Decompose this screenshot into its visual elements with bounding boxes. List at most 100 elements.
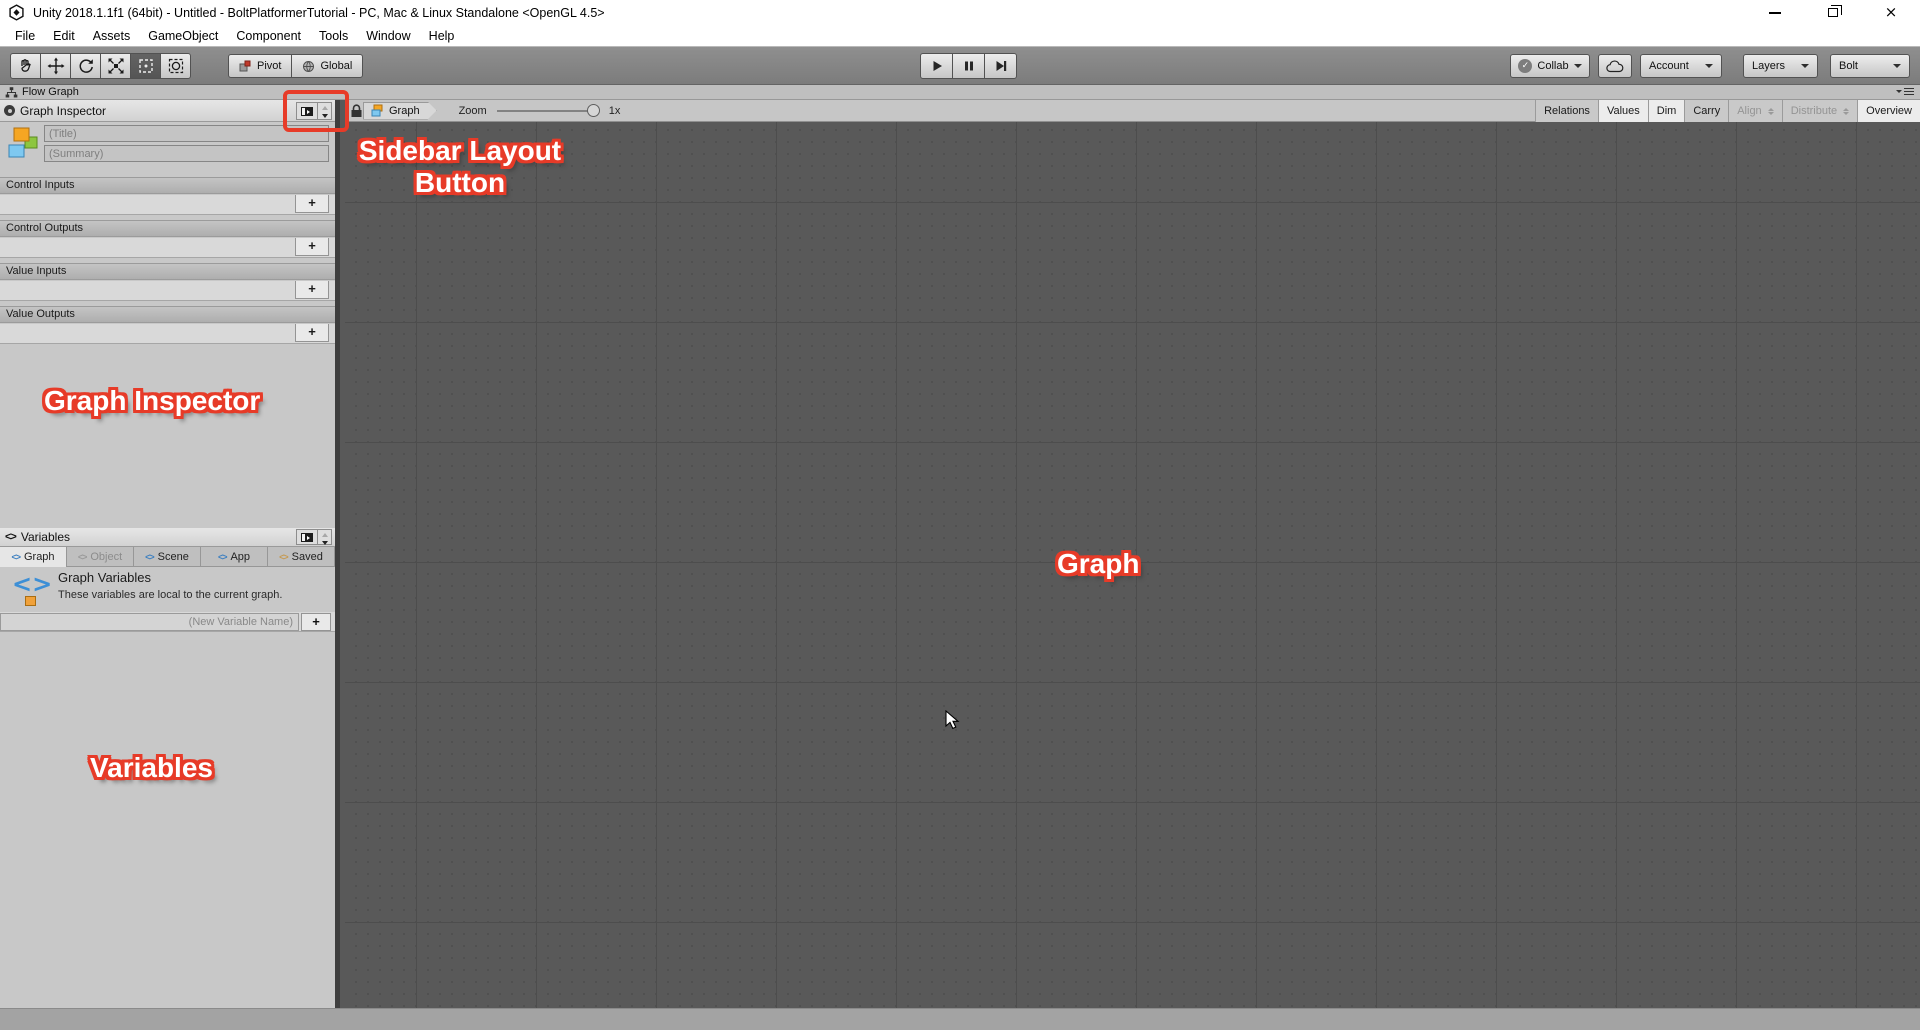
step-button[interactable] <box>984 53 1017 79</box>
cloud-button[interactable] <box>1598 54 1632 78</box>
variables-reorder-spinner[interactable] <box>318 529 332 545</box>
restore-button[interactable] <box>1804 0 1862 25</box>
flow-machine-icon <box>8 127 38 158</box>
global-toggle-button[interactable]: Global <box>291 54 364 78</box>
add-value-input-button[interactable]: + <box>295 281 329 299</box>
value-inputs-row: + <box>0 281 335 301</box>
zoom-value: 1x <box>608 104 621 117</box>
bolt-label: Bolt <box>1839 60 1858 72</box>
menu-help[interactable]: Help <box>420 25 464 46</box>
variables-title: Variables <box>20 530 70 544</box>
tab-object-label: Object <box>90 550 123 563</box>
variables-tab-object[interactable]: <> Object <box>67 547 134 567</box>
graph-breadcrumb[interactable]: Graph <box>363 102 437 120</box>
cloud-icon <box>1606 59 1624 72</box>
variables-tab-app[interactable]: <> App <box>201 547 268 567</box>
control-outputs-row: + <box>0 238 335 258</box>
dropdown-triangle-icon <box>1896 90 1902 96</box>
restore-icon <box>1828 5 1842 17</box>
unity-logo-icon <box>9 4 24 21</box>
hamburger-icon <box>1904 87 1914 96</box>
new-variable-name-input[interactable] <box>0 613 299 631</box>
add-control-output-button[interactable]: + <box>295 238 329 256</box>
status-bar <box>0 1008 1920 1030</box>
graph-summary-input[interactable] <box>44 145 329 162</box>
scale-icon <box>108 58 123 74</box>
close-button[interactable]: × <box>1862 0 1920 25</box>
hand-icon <box>20 59 31 72</box>
add-value-output-button[interactable]: + <box>295 324 329 342</box>
hand-tool-button[interactable] <box>10 53 41 79</box>
menu-assets[interactable]: Assets <box>84 25 140 46</box>
new-variable-row: + <box>0 612 335 632</box>
tab-flow-graph[interactable]: Flow Graph <box>0 85 89 99</box>
pause-button[interactable] <box>952 53 985 79</box>
rotate-tool-button[interactable] <box>70 53 101 79</box>
dim-toggle[interactable]: Dim <box>1647 100 1685 122</box>
layers-label: Layers <box>1752 60 1786 72</box>
collab-dropdown[interactable]: ✓ Collab <box>1510 54 1590 78</box>
move-tool-button[interactable] <box>40 53 71 79</box>
variables-move-up-button[interactable] <box>318 530 331 539</box>
graph-variables-icon: <> <box>11 552 20 562</box>
control-inputs-row: + <box>0 195 335 215</box>
align-dropdown[interactable]: Align <box>1728 100 1782 122</box>
menu-window[interactable]: Window <box>357 25 419 46</box>
graph-cube-icon <box>371 104 384 117</box>
graph-toolbar: Graph Zoom 1x Relations Values Dim Carry… <box>345 100 1920 122</box>
window-title: Unity 2018.1.1f1 (64bit) - Untitled - Bo… <box>33 5 605 20</box>
variables-tab-graph[interactable]: <> Graph <box>0 547 67 567</box>
menu-edit[interactable]: Edit <box>44 25 84 46</box>
section-control-outputs: Control Outputs <box>0 220 335 237</box>
play-icon <box>933 61 942 71</box>
tab-app-label: App <box>230 550 251 563</box>
section-value-outputs: Value Outputs <box>0 306 335 323</box>
flow-graph-icon <box>5 86 18 97</box>
tab-graph-label: Graph <box>23 551 55 563</box>
pivot-toggle-button[interactable]: Pivot <box>228 54 293 78</box>
playback-controls <box>920 53 1017 79</box>
lock-icon[interactable] <box>350 104 363 118</box>
menu-file[interactable]: File <box>6 25 44 46</box>
bolt-layout-dropdown[interactable]: Bolt <box>1830 54 1910 78</box>
menu-gameobject[interactable]: GameObject <box>139 25 227 46</box>
section-control-inputs: Control Inputs <box>0 177 335 194</box>
inspector-icon <box>4 105 15 116</box>
collab-label: Collab <box>1537 60 1569 72</box>
overview-button[interactable]: Overview <box>1857 100 1920 122</box>
pivot-global-group: Pivot Global <box>228 54 364 78</box>
panel-menu-button[interactable] <box>1896 87 1914 96</box>
account-dropdown[interactable]: Account <box>1640 54 1722 78</box>
zoom-slider-handle[interactable] <box>586 103 600 117</box>
value-outputs-row: + <box>0 324 335 344</box>
transform-icon <box>168 58 183 74</box>
distribute-dropdown[interactable]: Distribute <box>1781 100 1858 122</box>
graph-variables-description: These variables are local to the current… <box>58 589 283 601</box>
variables-layout-button[interactable] <box>296 529 318 545</box>
carry-toggle[interactable]: Carry <box>1684 100 1729 122</box>
pause-icon <box>964 61 973 71</box>
relations-toggle[interactable]: Relations <box>1535 100 1598 122</box>
variables-tab-scene[interactable]: <> Scene <box>134 547 201 567</box>
zoom-label: Zoom <box>458 104 487 117</box>
section-value-inputs: Value Inputs <box>0 263 335 280</box>
menu-tools[interactable]: Tools <box>310 25 357 46</box>
transform-tool-button[interactable] <box>160 53 191 79</box>
rect-tool-button[interactable] <box>130 53 161 79</box>
menu-component[interactable]: Component <box>227 25 310 46</box>
annotation-graph: Graph <box>1057 548 1140 579</box>
tab-flow-graph-label: Flow Graph <box>22 86 79 98</box>
object-variables-icon: <> <box>77 551 87 562</box>
variables-tab-saved[interactable]: <> Saved <box>268 547 335 567</box>
minimize-button[interactable] <box>1746 0 1804 25</box>
values-toggle[interactable]: Values <box>1597 100 1648 122</box>
add-variable-button[interactable]: + <box>301 613 331 631</box>
distribute-sort-icon <box>1843 105 1850 118</box>
bolt-sidebar: Graph Inspector Control Inputs + Control… <box>0 100 340 1008</box>
add-control-input-button[interactable]: + <box>295 195 329 213</box>
scale-tool-button[interactable] <box>100 53 131 79</box>
zoom-slider[interactable] <box>496 103 600 117</box>
play-button[interactable] <box>920 53 953 79</box>
layers-dropdown[interactable]: Layers <box>1743 54 1818 78</box>
collab-check-icon: ✓ <box>1518 59 1533 73</box>
